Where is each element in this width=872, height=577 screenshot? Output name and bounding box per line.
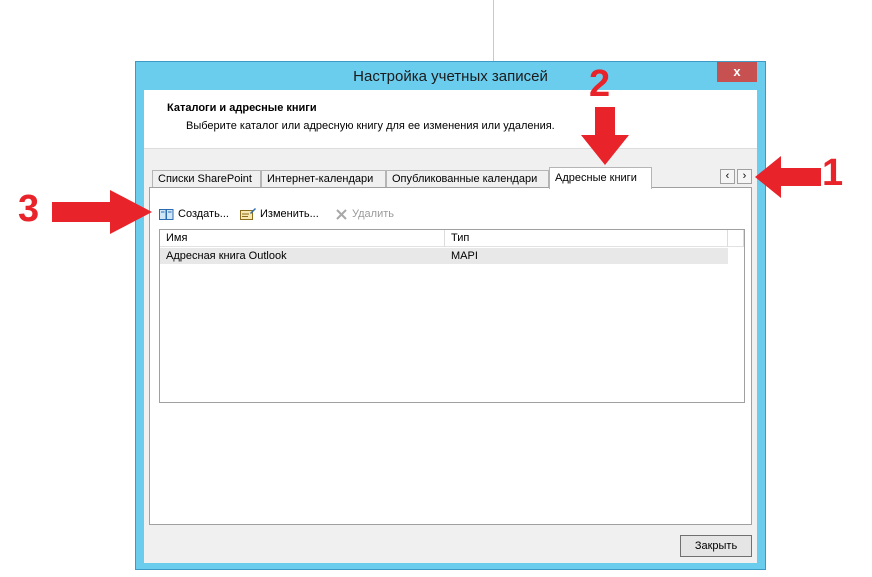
dialog-header: Каталоги и адресные книги Выберите катал…	[144, 90, 757, 149]
close-window-button[interactable]: x	[717, 62, 757, 82]
column-header-type[interactable]: Тип	[445, 230, 728, 247]
create-label: Создать...	[178, 208, 229, 220]
column-header-name[interactable]: Имя	[160, 230, 445, 247]
account-settings-dialog: Настройка учетных записей x Каталоги и а…	[135, 61, 766, 570]
annotation-number-1: 1	[822, 152, 844, 194]
annotation-arrow-left	[755, 156, 821, 198]
delete-x-icon	[336, 208, 347, 220]
create-button[interactable]: Создать...	[159, 205, 229, 223]
address-books-list[interactable]: Имя Тип Адресная книга Outlook MAPI	[159, 229, 745, 403]
tab-internet-calendars[interactable]: Интернет-календари	[261, 170, 386, 188]
tab-address-books[interactable]: Адресные книги	[549, 167, 652, 189]
address-books-panel: Создать... Изменить... Удалить Имя Тип А…	[149, 187, 752, 525]
delete-label: Удалить	[352, 208, 394, 220]
window-title: Настройка учетных записей	[353, 68, 548, 85]
list-item-name: Адресная книга Outlook	[166, 250, 287, 262]
address-book-icon	[159, 208, 174, 220]
close-button[interactable]: Закрыть	[680, 535, 752, 557]
list-item[interactable]: Адресная книга Outlook MAPI	[160, 248, 728, 264]
delete-button[interactable]: Удалить	[335, 205, 394, 223]
list-item-type: MAPI	[451, 250, 478, 262]
annotation-number-2: 2	[589, 63, 611, 105]
dialog-client-area: Каталоги и адресные книги Выберите катал…	[144, 90, 757, 563]
header-title: Каталоги и адресные книги	[167, 102, 317, 114]
tab-published-calendars[interactable]: Опубликованные календари	[386, 170, 549, 188]
annotation-arrow-right	[52, 190, 152, 234]
tab-scroll-left-button[interactable]: ‹	[720, 169, 735, 184]
edit-button[interactable]: Изменить...	[240, 205, 319, 223]
header-subtitle: Выберите каталог или адресную книгу для …	[186, 120, 555, 132]
column-header-filler	[728, 230, 744, 247]
background-divider-line	[493, 0, 494, 62]
edit-card-icon	[240, 208, 256, 220]
annotation-number-3: 3	[18, 188, 40, 230]
tab-sharepoint-lists[interactable]: Списки SharePoint	[152, 170, 261, 188]
title-bar[interactable]: Настройка учетных записей x	[136, 62, 765, 90]
edit-label: Изменить...	[260, 208, 319, 220]
tab-scroll-right-button[interactable]: ›	[737, 169, 752, 184]
annotation-arrow-down	[581, 107, 629, 165]
